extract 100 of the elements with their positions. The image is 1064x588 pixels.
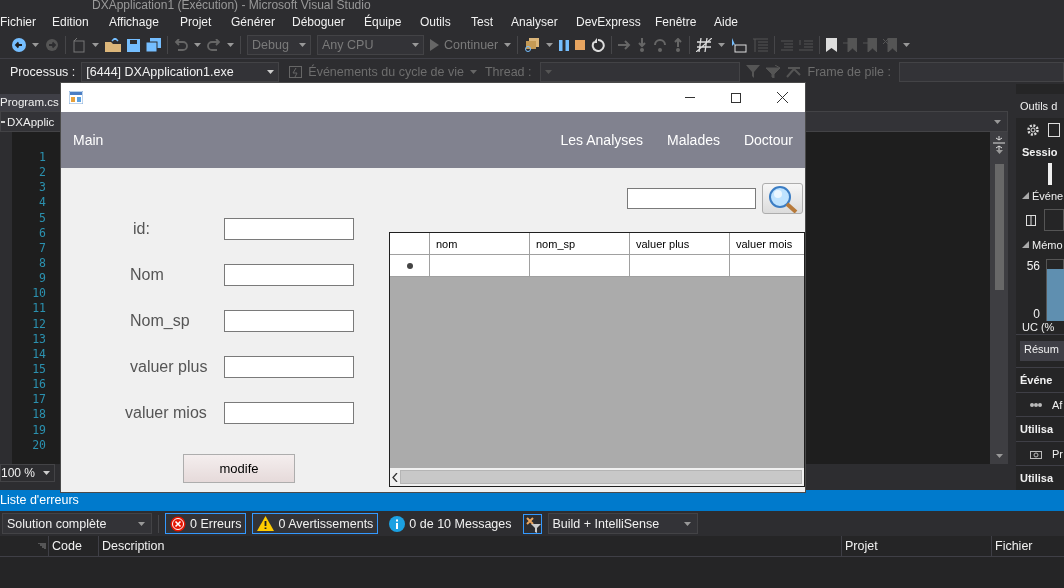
window-icon[interactable] xyxy=(1048,122,1060,137)
navigation-combo[interactable]: DXApplic xyxy=(0,111,61,132)
menu-item[interactable]: DevExpress xyxy=(576,15,641,29)
scroll-left-icon[interactable] xyxy=(392,472,398,482)
scrollbar-thumb[interactable] xyxy=(400,470,802,484)
step-into-icon[interactable] xyxy=(637,38,648,52)
line-number: 10 xyxy=(32,286,46,302)
column-header[interactable]: Fichier xyxy=(991,536,1064,556)
redo-icon[interactable] xyxy=(207,38,221,52)
play-icon xyxy=(430,39,439,51)
scrollbar-thumb[interactable] xyxy=(994,164,1004,290)
filter-button[interactable]: 0 Erreurs xyxy=(165,513,247,534)
grid-cell[interactable] xyxy=(630,255,730,277)
build-combo[interactable]: Build + IntelliSense xyxy=(547,513,698,534)
hex-display-icon[interactable] xyxy=(696,38,713,52)
menu-item[interactable]: Projet xyxy=(180,15,212,29)
back-icon[interactable] xyxy=(12,38,26,52)
caret-icon xyxy=(299,43,306,47)
process-combo[interactable]: [6444] DXApplication1.exe xyxy=(81,61,280,82)
line-number: 8 xyxy=(39,256,46,272)
menu-item[interactable]: Affichage xyxy=(109,15,159,29)
menu-item[interactable]: Aide xyxy=(714,15,739,29)
column-header[interactable]: Projet xyxy=(841,536,991,556)
arrow-icon[interactable] xyxy=(618,40,632,50)
menu-item[interactable]: Edition xyxy=(52,15,89,29)
caret-icon xyxy=(683,521,691,526)
restart-icon[interactable] xyxy=(591,38,606,52)
error-icon xyxy=(170,515,186,532)
line-number: 15 xyxy=(32,361,46,378)
column-header[interactable]: Code xyxy=(48,536,98,556)
line-number: 18 xyxy=(32,407,46,423)
collapse-icon[interactable] xyxy=(1022,241,1029,249)
search-button[interactable] xyxy=(762,183,803,214)
menu-item[interactable]: Déboguer xyxy=(292,15,345,29)
pause-icon[interactable] xyxy=(1026,214,1036,226)
sort-icon[interactable] xyxy=(38,543,46,549)
warning-icon xyxy=(257,516,275,531)
close-icon[interactable] xyxy=(776,92,788,103)
caret-icon xyxy=(469,69,477,74)
section-item[interactable]: Pr xyxy=(1052,447,1063,460)
split-icon[interactable] xyxy=(993,136,1005,150)
section-item[interactable]: Af xyxy=(1052,398,1063,411)
document-tab[interactable]: Program.cs xyxy=(0,94,61,111)
input-field[interactable] xyxy=(224,402,354,424)
csharp-icon xyxy=(1,120,5,123)
input-field[interactable] xyxy=(224,310,354,332)
step-out-icon[interactable] xyxy=(673,38,684,52)
pause-icon[interactable] xyxy=(559,39,570,51)
field-label: valuer mios xyxy=(124,404,208,422)
menu-item[interactable]: Équipe xyxy=(364,15,402,29)
modify-button[interactable]: modife xyxy=(183,454,295,483)
process-label: Processus : xyxy=(10,64,76,79)
caret-icon xyxy=(994,119,1001,124)
lifecycle-icon[interactable] xyxy=(289,65,303,78)
nav-link[interactable]: Doctour xyxy=(743,132,793,148)
dots-icon xyxy=(1030,400,1042,409)
menu-item[interactable]: Analyser xyxy=(511,15,558,29)
bookmark-icon[interactable] xyxy=(826,38,838,52)
clear-filter-icon[interactable] xyxy=(522,513,542,534)
collapse-icon[interactable] xyxy=(1022,192,1029,200)
line-number: 11 xyxy=(32,301,46,317)
menu-item[interactable]: Outils xyxy=(420,15,451,29)
input-field[interactable] xyxy=(224,218,354,240)
save-all-icon[interactable] xyxy=(146,38,161,52)
column-header[interactable]: Description xyxy=(98,536,841,556)
folder-icon[interactable] xyxy=(105,38,121,52)
grid-cell[interactable] xyxy=(430,255,530,277)
filter-button[interactable]: 0 de 10 Messages xyxy=(384,513,517,534)
grid-cell[interactable] xyxy=(530,255,630,277)
new-row-icon xyxy=(406,262,413,269)
nav-link[interactable]: Les Analyses xyxy=(560,132,644,148)
input-field[interactable] xyxy=(224,356,354,378)
menu-item[interactable]: Fenêtre xyxy=(655,15,697,29)
cursor-icon[interactable] xyxy=(731,37,748,53)
scope-combo[interactable]: Solution complète xyxy=(2,513,152,534)
line-number: 7 xyxy=(39,240,46,256)
line-number: 6 xyxy=(39,225,46,241)
maximize-icon[interactable] xyxy=(731,92,741,103)
scroll-up-icon xyxy=(995,150,1003,154)
input-field[interactable] xyxy=(224,264,354,286)
axis-label: 56 xyxy=(1026,259,1040,274)
stop-icon[interactable] xyxy=(575,40,586,50)
process-icon[interactable] xyxy=(524,37,541,53)
search-field[interactable] xyxy=(627,188,756,209)
menu-item[interactable]: Test xyxy=(471,15,493,29)
nav-link[interactable]: Malades xyxy=(667,132,720,148)
info-icon xyxy=(389,515,406,532)
step-over-icon[interactable] xyxy=(653,38,668,52)
undo-icon[interactable] xyxy=(174,38,188,52)
filter-button[interactable]: 0 Avertissements xyxy=(252,513,379,534)
summary-tab[interactable]: Résum xyxy=(1020,341,1064,362)
nav-link[interactable]: Main xyxy=(73,132,104,148)
menu-item[interactable]: Générer xyxy=(231,15,276,29)
menu-item[interactable]: Fichier xyxy=(0,15,36,29)
settings-icon[interactable] xyxy=(1026,122,1040,137)
stack-frame-label: Frame de pile : xyxy=(807,64,891,79)
zoom-combo[interactable]: 100 % xyxy=(0,464,55,482)
new-item-icon[interactable] xyxy=(72,37,86,53)
row-header[interactable] xyxy=(390,255,430,277)
save-icon[interactable] xyxy=(127,38,140,52)
